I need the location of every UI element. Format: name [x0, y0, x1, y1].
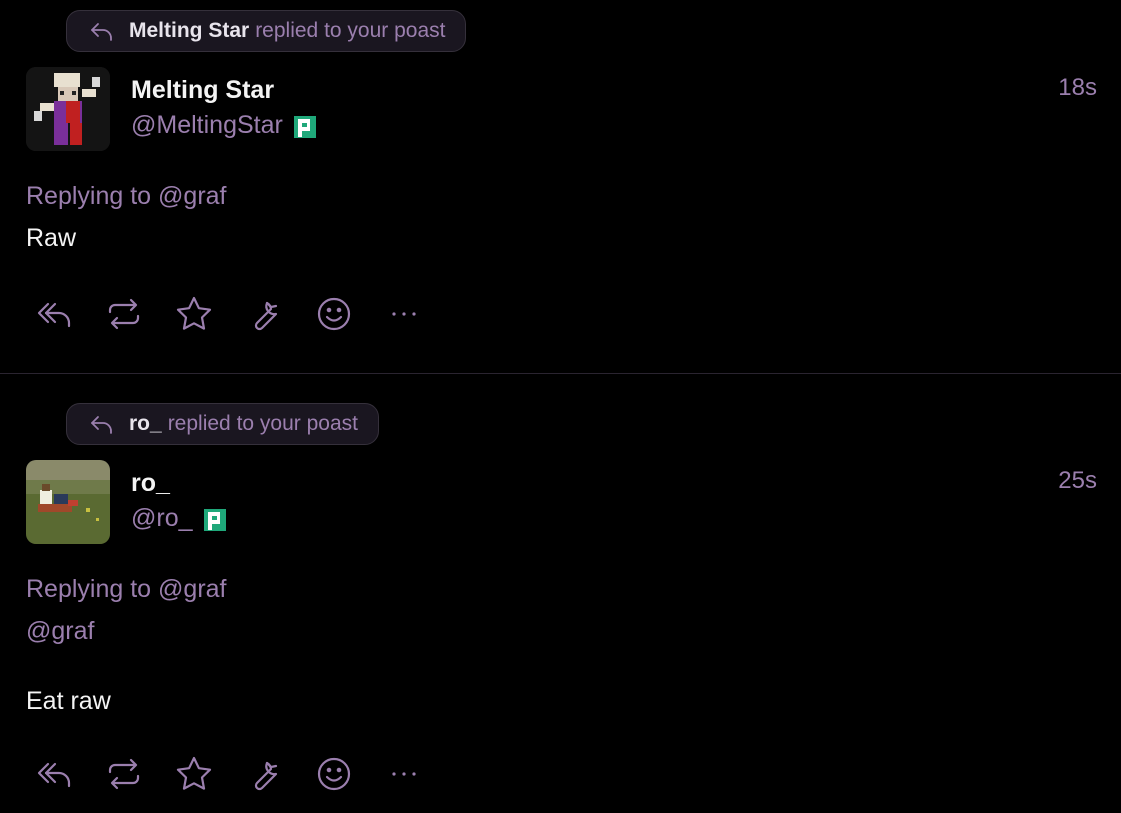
instance-badge-icon	[202, 506, 228, 532]
star-icon	[176, 756, 212, 790]
replying-to: Replying to @graf	[26, 575, 227, 604]
more-icon	[392, 312, 416, 316]
notification-2[interactable]: ro_ replied to your poast ro_ @ro_ 25s R…	[0, 373, 1121, 813]
reply-button[interactable]	[26, 754, 82, 794]
more-button[interactable]	[376, 754, 432, 794]
display-name[interactable]: Melting Star	[131, 76, 274, 105]
reply-arrow-icon	[89, 411, 115, 437]
action-bar	[26, 754, 446, 794]
replying-prefix: Replying to	[26, 575, 152, 603]
emoji-reaction-button[interactable]	[306, 294, 362, 334]
star-icon	[176, 296, 212, 330]
post-content: Eat raw	[26, 687, 111, 715]
wrench-icon	[254, 301, 278, 331]
pill-username[interactable]: Melting Star	[129, 19, 249, 43]
more-button[interactable]	[376, 294, 432, 334]
reply-notice-pill[interactable]: ro_ replied to your poast	[66, 403, 379, 445]
reply-all-icon	[37, 302, 71, 328]
pill-action-text: replied to your poast	[167, 412, 358, 435]
tools-button[interactable]	[236, 754, 292, 794]
user-handle[interactable]: @MeltingStar	[131, 111, 283, 140]
action-bar	[26, 294, 446, 334]
content-mention-link[interactable]: @graf	[26, 617, 94, 646]
more-icon	[392, 772, 416, 776]
replying-to-mention[interactable]: @graf	[158, 182, 226, 210]
post-content: Raw	[26, 224, 77, 252]
replying-to: Replying to @graf	[26, 182, 227, 211]
instance-badge-icon	[292, 113, 318, 139]
post-timestamp[interactable]: 18s	[1058, 74, 1097, 102]
emoji-icon	[317, 297, 351, 331]
pill-action-text: replied to your poast	[255, 19, 446, 42]
emoji-icon	[317, 757, 351, 791]
reply-all-icon	[37, 762, 71, 788]
replying-to-mention[interactable]: @graf	[158, 575, 226, 603]
replying-prefix: Replying to	[26, 182, 152, 210]
repost-button[interactable]	[96, 754, 152, 794]
reply-notice-pill[interactable]: Melting Star replied to your poast	[66, 10, 467, 52]
post-timestamp[interactable]: 25s	[1058, 467, 1097, 495]
avatar[interactable]	[26, 460, 110, 544]
favorite-button[interactable]	[166, 294, 222, 334]
emoji-reaction-button[interactable]	[306, 754, 362, 794]
repost-icon	[108, 758, 140, 790]
wrench-icon	[254, 761, 278, 791]
favorite-button[interactable]	[166, 754, 222, 794]
repost-icon	[108, 298, 140, 330]
user-handle[interactable]: @ro_	[131, 504, 193, 533]
repost-button[interactable]	[96, 294, 152, 334]
reply-button[interactable]	[26, 294, 82, 334]
display-name[interactable]: ro_	[131, 469, 170, 498]
notification-1[interactable]: Melting Star replied to your poast Melti…	[0, 0, 1121, 373]
avatar[interactable]	[26, 67, 110, 151]
pill-username[interactable]: ro_	[129, 412, 162, 436]
tools-button[interactable]	[236, 294, 292, 334]
reply-arrow-icon	[89, 18, 115, 44]
